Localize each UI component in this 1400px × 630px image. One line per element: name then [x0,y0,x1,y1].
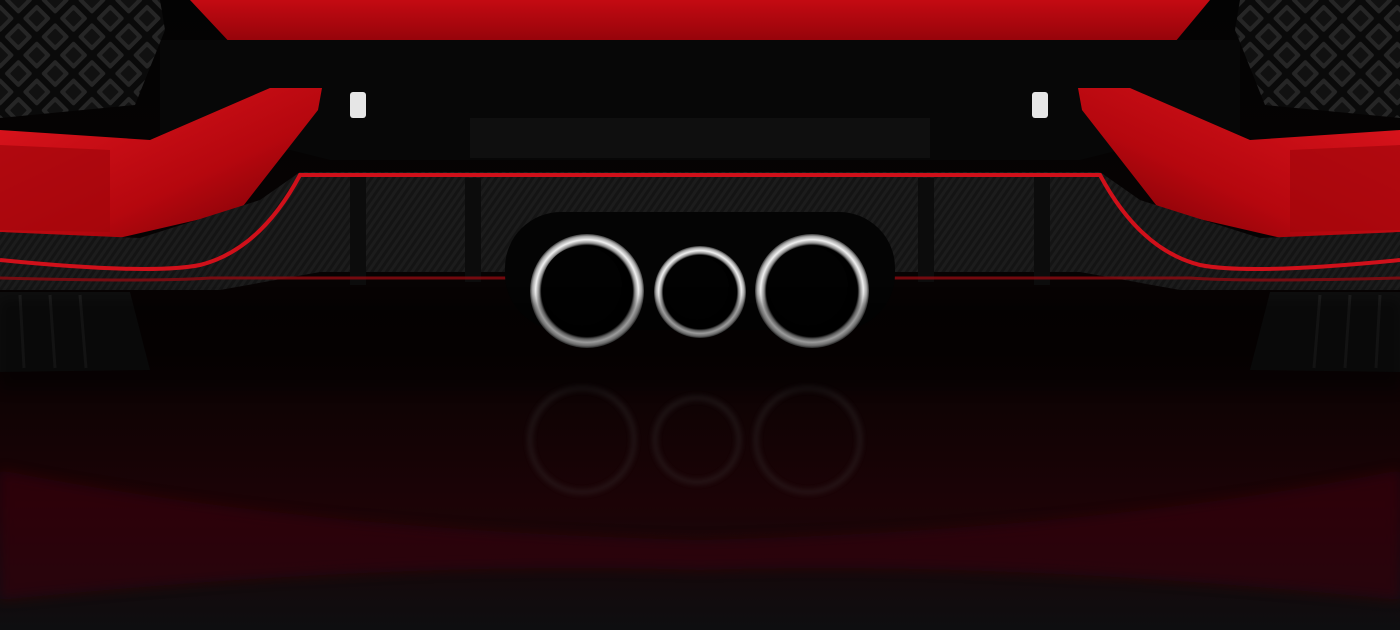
diffuser-fin [918,178,934,282]
car-rear-photo [0,0,1400,630]
diffuser-fin [1034,175,1050,285]
diffuser-fin [465,178,481,282]
diffuser-fin [350,175,366,285]
left-reflector-light [350,92,366,118]
car-rear-illustration [0,0,1400,630]
right-reflector-light [1032,92,1048,118]
